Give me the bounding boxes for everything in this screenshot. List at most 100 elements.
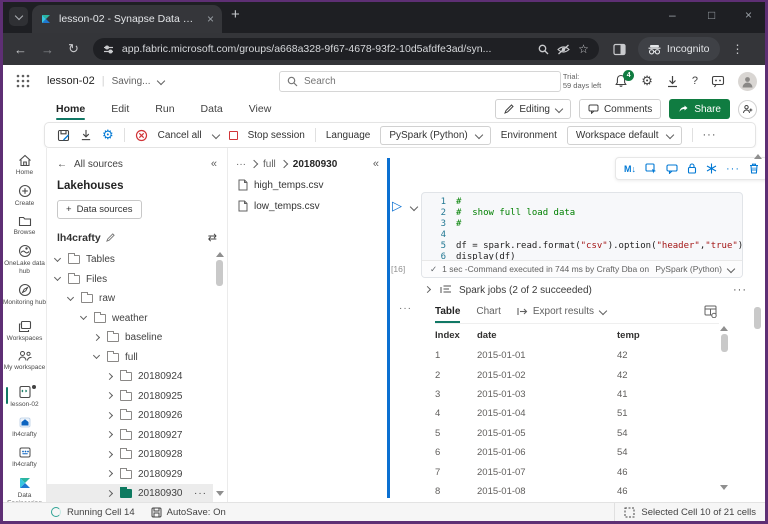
zoom-icon[interactable]	[538, 44, 549, 55]
tree-item-20180930[interactable]: 20180930···	[47, 484, 213, 502]
table-row[interactable]: 42015-01-0451	[435, 404, 719, 423]
sidebar-item-data-engineering[interactable]: Data Engineering	[3, 472, 46, 502]
table-row[interactable]: 82015-01-0846	[435, 482, 719, 501]
back-button[interactable]: ←	[14, 42, 27, 57]
chevron-down-icon[interactable]	[66, 294, 76, 304]
tree-item-weather[interactable]: weather	[47, 309, 213, 329]
col-temp[interactable]: temp	[617, 330, 719, 341]
data-sources-button[interactable]: + Data sources	[57, 200, 142, 219]
chevron-down-icon[interactable]	[53, 274, 63, 284]
browser-menu-icon[interactable]: ⋮	[732, 42, 744, 56]
download-cell-icon[interactable]	[80, 129, 92, 141]
tree-item-20180929[interactable]: 20180929	[47, 465, 213, 485]
new-tab-button[interactable]: +	[231, 6, 240, 23]
spark-jobs-more-icon[interactable]: ···	[733, 284, 747, 296]
chevron-down-icon[interactable]	[212, 132, 219, 139]
convert-to-markdown-icon[interactable]: M↓	[624, 164, 636, 174]
table-row[interactable]: 22015-01-0242	[435, 365, 719, 384]
chevron-down-icon[interactable]	[92, 352, 102, 362]
tree-item-20180924[interactable]: 20180924	[47, 367, 213, 387]
spark-jobs-row[interactable]: Spark jobs (2 of 2 succeeded) ···	[423, 284, 747, 296]
tree-item-20180925[interactable]: 20180925	[47, 387, 213, 407]
session-settings-icon[interactable]: ⚙	[102, 127, 114, 143]
sidebar-item-lesson-02[interactable]: lesson-02	[3, 381, 46, 412]
chevron-down-icon[interactable]	[157, 78, 164, 85]
chevron-right-icon[interactable]	[423, 285, 433, 295]
tree-scrollbar[interactable]	[215, 252, 224, 496]
window-minimize-button[interactable]: –	[669, 8, 676, 22]
notebook-scrollbar[interactable]	[753, 154, 763, 498]
forward-button[interactable]: →	[41, 42, 54, 57]
manage-access-button[interactable]	[738, 100, 757, 119]
chevron-right-icon[interactable]	[105, 372, 115, 382]
comments-button[interactable]: Comments	[579, 99, 661, 119]
sidebar-item-lh4crafty-lakehouse[interactable]: lh4crafty	[3, 412, 46, 442]
stop-session-button[interactable]: Stop session	[248, 130, 305, 141]
breadcrumb-parent[interactable]: full	[263, 159, 276, 170]
environment-select[interactable]: Workspace default	[567, 126, 682, 145]
feedback-icon[interactable]	[711, 75, 725, 88]
pin-icon[interactable]	[106, 233, 115, 242]
freeze-cell-icon[interactable]	[706, 163, 717, 174]
chevron-right-icon[interactable]	[105, 469, 115, 479]
scrollbar-thumb[interactable]	[754, 307, 761, 329]
share-button[interactable]: Share	[669, 99, 730, 119]
all-sources-link[interactable]: All sources	[74, 159, 123, 170]
scroll-up-icon[interactable]	[216, 252, 224, 257]
search-input[interactable]	[304, 76, 553, 87]
collapse-panel-icon[interactable]: «	[373, 158, 379, 170]
scroll-up-icon[interactable]	[720, 326, 728, 331]
chevron-right-icon[interactable]	[105, 411, 115, 421]
tree-item-raw[interactable]: raw	[47, 289, 213, 309]
window-maximize-button[interactable]: □	[708, 8, 715, 22]
site-settings-icon[interactable]	[103, 44, 114, 55]
collapse-panel-icon[interactable]: «	[211, 158, 217, 170]
menu-run[interactable]: Run	[155, 99, 174, 121]
chevron-down-icon[interactable]	[53, 255, 63, 265]
table-settings-icon[interactable]	[704, 305, 717, 318]
switch-lakehouse-icon[interactable]: ⇄	[208, 231, 217, 244]
address-bar[interactable]: app.fabric.microsoft.com/groups/a668a328…	[93, 38, 599, 60]
chevron-right-icon[interactable]	[105, 391, 115, 401]
sidebar-item-create[interactable]: Create	[3, 180, 46, 211]
chevron-right-icon[interactable]	[105, 450, 115, 460]
table-scrollbar[interactable]	[719, 326, 729, 490]
col-date[interactable]: date	[477, 330, 617, 341]
bookmark-star-icon[interactable]: ☆	[578, 42, 589, 56]
chevron-right-icon[interactable]	[105, 430, 115, 440]
code-cell[interactable]: 1#2# show full load data3#4 5df = spark.…	[421, 192, 743, 278]
tree-item-tables[interactable]: Tables	[47, 250, 213, 270]
notebook-title[interactable]: lesson-02	[47, 75, 95, 87]
cancel-all-icon[interactable]	[135, 129, 148, 142]
back-arrow-icon[interactable]: ←	[57, 159, 67, 170]
sidebar-item-browse[interactable]: Browse	[3, 211, 46, 240]
lock-cell-icon[interactable]	[687, 163, 697, 174]
sidebar-item-lh4crafty-endpoint[interactable]: lh4crafty	[3, 442, 46, 472]
more-icon[interactable]: ···	[194, 488, 207, 499]
menu-home[interactable]: Home	[56, 99, 85, 121]
breadcrumb-more-icon[interactable]: ···	[236, 159, 246, 170]
sidebar-item-monitoring-hub[interactable]: Monitoring hub	[3, 279, 46, 310]
table-row[interactable]: 12015-01-0142	[435, 346, 719, 365]
file-item-low_temps.csv[interactable]: low_temps.csv	[228, 191, 387, 212]
run-cell-button[interactable]: ▷	[392, 198, 402, 214]
code-editor[interactable]: 1#2# show full load data3#4 5df = spark.…	[422, 193, 742, 263]
chevron-down-icon[interactable]	[79, 313, 89, 323]
side-panel-icon[interactable]	[613, 43, 626, 56]
select-cell-icon[interactable]	[645, 163, 657, 174]
download-icon[interactable]	[666, 75, 679, 88]
table-row[interactable]: 32015-01-0341	[435, 385, 719, 404]
run-options-chevron-icon[interactable]	[410, 204, 417, 211]
scrollbar-thumb[interactable]	[721, 334, 728, 352]
lakehouse-name[interactable]: lh4crafty	[57, 232, 101, 244]
saving-status[interactable]: Saving...	[112, 76, 151, 87]
tab-close-icon[interactable]: ×	[207, 13, 214, 25]
tree-item-baseline[interactable]: baseline	[47, 328, 213, 348]
cell-more-icon[interactable]: ···	[726, 163, 740, 175]
menu-data[interactable]: Data	[201, 99, 223, 121]
editing-mode-button[interactable]: Editing	[495, 99, 571, 119]
table-row[interactable]: 52015-01-0554	[435, 424, 719, 443]
scroll-up-icon[interactable]	[754, 154, 762, 159]
tab-search-button[interactable]	[9, 7, 28, 26]
scroll-down-icon[interactable]	[720, 485, 728, 490]
